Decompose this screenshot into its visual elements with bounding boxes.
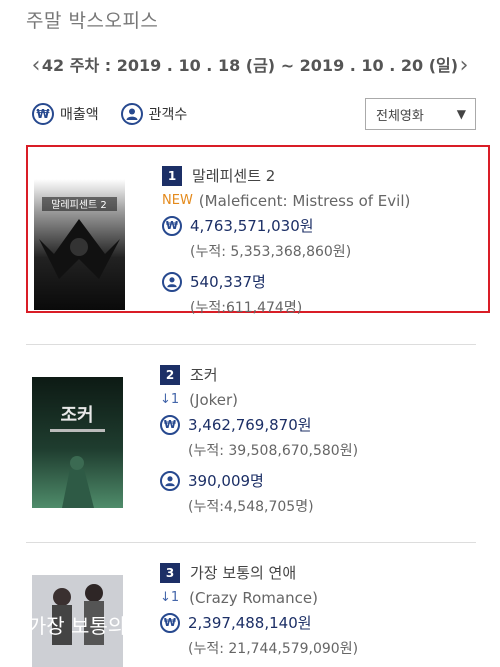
won-icon: ₩ xyxy=(162,215,182,236)
next-week-button[interactable]: › xyxy=(452,52,476,80)
sales-row: ₩ 4,763,571,030원 xyxy=(162,213,482,238)
sales-row: ₩ 2,397,488,140원 xyxy=(160,610,480,635)
audience-row: 390,009명 xyxy=(160,468,480,493)
divider xyxy=(26,344,476,345)
weekend-sales: 2,397,488,140원 xyxy=(188,614,312,632)
movie-info: 3 가장 보통의 연애 ↓1 (Crazy Romance) ₩ 2,397,4… xyxy=(160,560,480,660)
title-row: 1 말레피센트 2 xyxy=(162,163,482,188)
audience-toggle[interactable]: 관객수 xyxy=(120,103,188,125)
cumulative-sales: (누적: 39,508,670,580원) xyxy=(188,442,359,459)
movie-title[interactable]: 가장 보통의 연애 xyxy=(190,562,296,583)
week-navigation: ‹ 42 주차 : 2019 . 10 . 18 (금) ~ 2019 . 10… xyxy=(0,52,500,82)
weekend-audience: 390,009명 xyxy=(188,472,264,490)
new-badge: NEW xyxy=(162,193,193,208)
week-range: 42 주차 : 2019 . 10 . 18 (금) ~ 2019 . 10 .… xyxy=(41,56,459,75)
page-title: 주말 박스오피스 xyxy=(26,10,159,32)
person-icon xyxy=(120,103,143,125)
rank-badge: 3 xyxy=(160,562,180,583)
weekend-sales: 3,462,769,870원 xyxy=(188,416,312,434)
movie-poster[interactable]: 조커 xyxy=(32,377,123,508)
person-icon xyxy=(162,271,182,292)
movie-info: 1 말레피센트 2 NEW (Maleficent: Mistress of E… xyxy=(162,163,482,319)
svg-text:가장 보통의: 가장 보통의 xyxy=(32,614,123,638)
rank-badge: 1 xyxy=(162,165,182,186)
audience-toggle-label: 관객수 xyxy=(148,107,188,123)
won-icon: ₩ xyxy=(160,414,180,435)
rank-change: ↓1 xyxy=(160,392,180,407)
rank-badge: 2 xyxy=(160,364,180,385)
chevron-down-icon: ▼ xyxy=(456,107,466,121)
subtitle-row: ↓1 (Joker) xyxy=(160,387,480,412)
english-title: (Joker) xyxy=(189,390,239,409)
movie-filter-select[interactable]: 전체영화 ▼ xyxy=(365,98,476,130)
svg-text:조커: 조커 xyxy=(60,405,93,426)
sales-toggle-label: 매출액 xyxy=(60,107,99,123)
weekend-audience: 540,337명 xyxy=(190,273,266,291)
won-icon: ₩ xyxy=(160,612,180,633)
metric-toggles: ₩ 매출액 관객수 xyxy=(32,100,209,128)
movie-entry-1[interactable]: 말레피센트 2 1 말레피센트 2 NEW (Maleficent: Mistr… xyxy=(26,145,490,316)
subtitle-row: NEW (Maleficent: Mistress of Evil) xyxy=(162,188,482,213)
movie-entry-3[interactable]: 가장 보통의 3 가장 보통의 연애 ↓1 (Crazy Romance) ₩ … xyxy=(26,560,490,667)
english-title: (Maleficent: Mistress of Evil) xyxy=(198,191,411,210)
cumulative-sales: (누적: 21,744,579,090원) xyxy=(188,640,359,657)
sales-row: ₩ 3,462,769,870원 xyxy=(160,412,480,437)
rank-change: ↓1 xyxy=(160,590,180,605)
movie-info: 2 조커 ↓1 (Joker) ₩ 3,462,769,870원 (누적: 39… xyxy=(160,362,480,518)
movie-poster[interactable]: 말레피센트 2 xyxy=(34,179,125,310)
movie-title[interactable]: 말레피센트 2 xyxy=(192,165,275,186)
title-row: 2 조커 xyxy=(160,362,480,387)
cumulative-audience: (누적:4,548,705명) xyxy=(188,498,314,515)
sales-toggle[interactable]: ₩ 매출액 xyxy=(32,103,99,125)
movie-filter-value: 전체영화 xyxy=(376,108,424,124)
cumulative-sales: (누적: 5,353,368,860원) xyxy=(190,243,352,260)
subtitle-row: ↓1 (Crazy Romance) xyxy=(160,585,480,610)
divider xyxy=(26,542,476,543)
won-icon: ₩ xyxy=(32,103,54,125)
movie-poster[interactable]: 가장 보통의 xyxy=(32,575,123,667)
svg-text:말레피센트 2: 말레피센트 2 xyxy=(51,199,107,211)
movie-title[interactable]: 조커 xyxy=(190,364,218,385)
movie-entry-2[interactable]: 조커 2 조커 ↓1 (Joker) ₩ 3,462,769,870원 (누적:… xyxy=(26,362,490,532)
english-title: (Crazy Romance) xyxy=(189,588,318,607)
title-row: 3 가장 보통의 연애 xyxy=(160,560,480,585)
cumulative-audience: (누적:611,474명) xyxy=(190,299,303,316)
audience-row: 540,337명 xyxy=(162,269,482,294)
weekend-sales: 4,763,571,030원 xyxy=(190,217,314,235)
person-icon xyxy=(160,470,180,491)
